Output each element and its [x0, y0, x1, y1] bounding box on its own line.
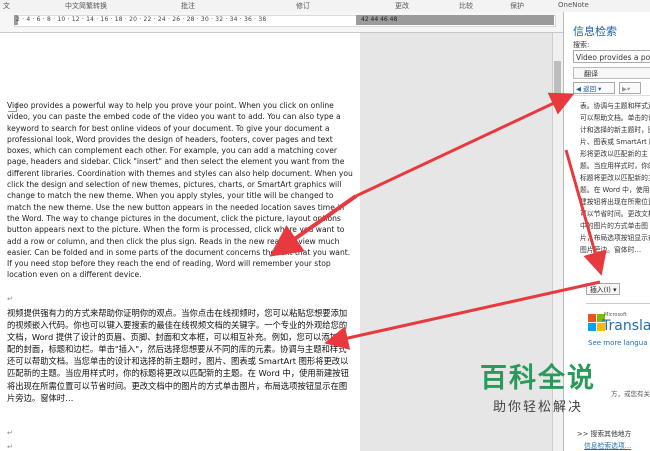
- ribbon-group-chinese-conversion: 中文简繁转换: [65, 2, 107, 10]
- back-button[interactable]: ◀ 返回 ▾: [573, 82, 615, 94]
- research-pane-title: 信息检索: [573, 25, 617, 38]
- ribbon-group-0: 文: [3, 2, 10, 10]
- watermark: 百科全说 助你轻松解决: [458, 356, 618, 418]
- search-label: 搜索:: [573, 41, 590, 49]
- research-nav-bar: ◀ 返回 ▾ ▶▾: [573, 82, 650, 96]
- insert-label: 插入(I): [590, 286, 611, 294]
- insert-button[interactable]: 插入(I) ▾: [586, 283, 621, 295]
- paragraph-mark: ↵: [7, 295, 13, 303]
- ribbon-group-compare: 比较: [459, 2, 473, 10]
- paragraph-mark: ↵: [7, 429, 13, 437]
- chevron-down-icon: ▾: [596, 85, 602, 93]
- forward-arrow-icon: ▶▾: [622, 85, 631, 93]
- search-other-places-link[interactable]: >> 搜索其他地方: [577, 428, 631, 438]
- watermark-subtitle: 助你轻松解决: [492, 400, 583, 415]
- research-options-link[interactable]: 信息检索选项...: [584, 440, 631, 450]
- ribbon-group-comments: 批注: [181, 2, 195, 10]
- chevron-down-icon: ▾: [610, 286, 617, 294]
- paragraph-mark: ↵: [7, 443, 13, 451]
- see-more-languages-link[interactable]: See more langua: [588, 339, 647, 347]
- research-result-text: 表。协调与主题和样式还可以帮助文档。单击的设计和选择的新主题时，图片、图表或 S…: [580, 102, 650, 254]
- ruler-numbers-left: 2 · 4 · 6 · 8 · 10 · 12 · 14 · 16 · 18 ·…: [16, 16, 267, 23]
- search-input[interactable]: Video provides a po: [573, 50, 650, 63]
- ribbon-group-tracking: 修订: [296, 2, 310, 10]
- translate-dropdown[interactable]: 翻译: [573, 67, 650, 79]
- forward-button[interactable]: ▶▾: [619, 82, 641, 94]
- ribbon-group-protect: 保护: [510, 2, 524, 10]
- scrollbar-thumb[interactable]: [554, 61, 561, 101]
- document-page[interactable]: Video provides a powerful way to help yo…: [0, 33, 360, 451]
- ribbon-group-changes: 更改: [395, 2, 409, 10]
- horizontal-ruler[interactable]: 2 · 4 · 6 · 8 · 10 · 12 · 14 · 16 · 18 ·…: [0, 12, 563, 33]
- back-label: 返回: [583, 85, 597, 93]
- ruler-numbers-right: 42 44 46 48: [361, 16, 398, 23]
- chinese-paragraph[interactable]: 视频提供强有力的方式来帮助你证明你的观点。当你点击在线视频时，您可以粘贴您想要添…: [7, 307, 354, 404]
- english-paragraph[interactable]: Video provides a powerful way to help yo…: [7, 100, 354, 281]
- pane-divider: [586, 303, 650, 304]
- ribbon-group-onenote: OneNote: [558, 1, 589, 9]
- watermark-title: 百科全说: [480, 363, 596, 394]
- translator-logo: Translat: [602, 318, 650, 334]
